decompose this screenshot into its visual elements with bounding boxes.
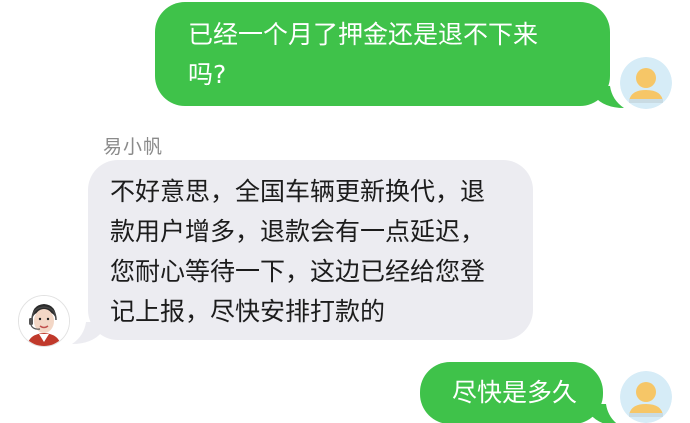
user-silhouette-icon [620,57,672,109]
outgoing-message-bubble[interactable]: 尽快是多久 [420,362,603,423]
bubble-tail [590,404,617,423]
bubble-tail [72,322,102,344]
message-text-line: 尽快是多久 [452,378,578,407]
message-text-line: 吗? [188,60,227,89]
user-avatar[interactable] [620,371,672,423]
outgoing-message-bubble[interactable]: 已经一个月了押金还是退不下来 吗? [155,2,610,106]
incoming-message-bubble[interactable]: 不好意思，全国车辆更新换代，退 款用户增多，退款会有一点延迟， 您耐心等待一下，… [88,160,533,340]
message-text-line: 您耐心等待一下，这边已经给您登 [110,257,486,286]
message-text-line: 已经一个月了押金还是退不下来 [188,20,539,49]
sender-name: 易小帆 [103,136,164,158]
user-silhouette-icon [620,371,672,423]
chat-window: 已经一个月了押金还是退不下来 吗? 易小帆 不好意思，全国车辆更新换代，退 款用… [0,0,690,423]
message-text-line: 不好意思，全国车辆更新换代，退 [110,177,486,206]
agent-avatar[interactable] [18,295,70,347]
user-avatar[interactable] [620,57,672,109]
customer-service-agent-photo [19,296,69,346]
bubble-tail [594,86,624,108]
message-text-line: 款用户增多，退款会有一点延迟， [110,217,486,246]
message-text-line: 记上报，尽快安排打款的 [110,297,386,326]
